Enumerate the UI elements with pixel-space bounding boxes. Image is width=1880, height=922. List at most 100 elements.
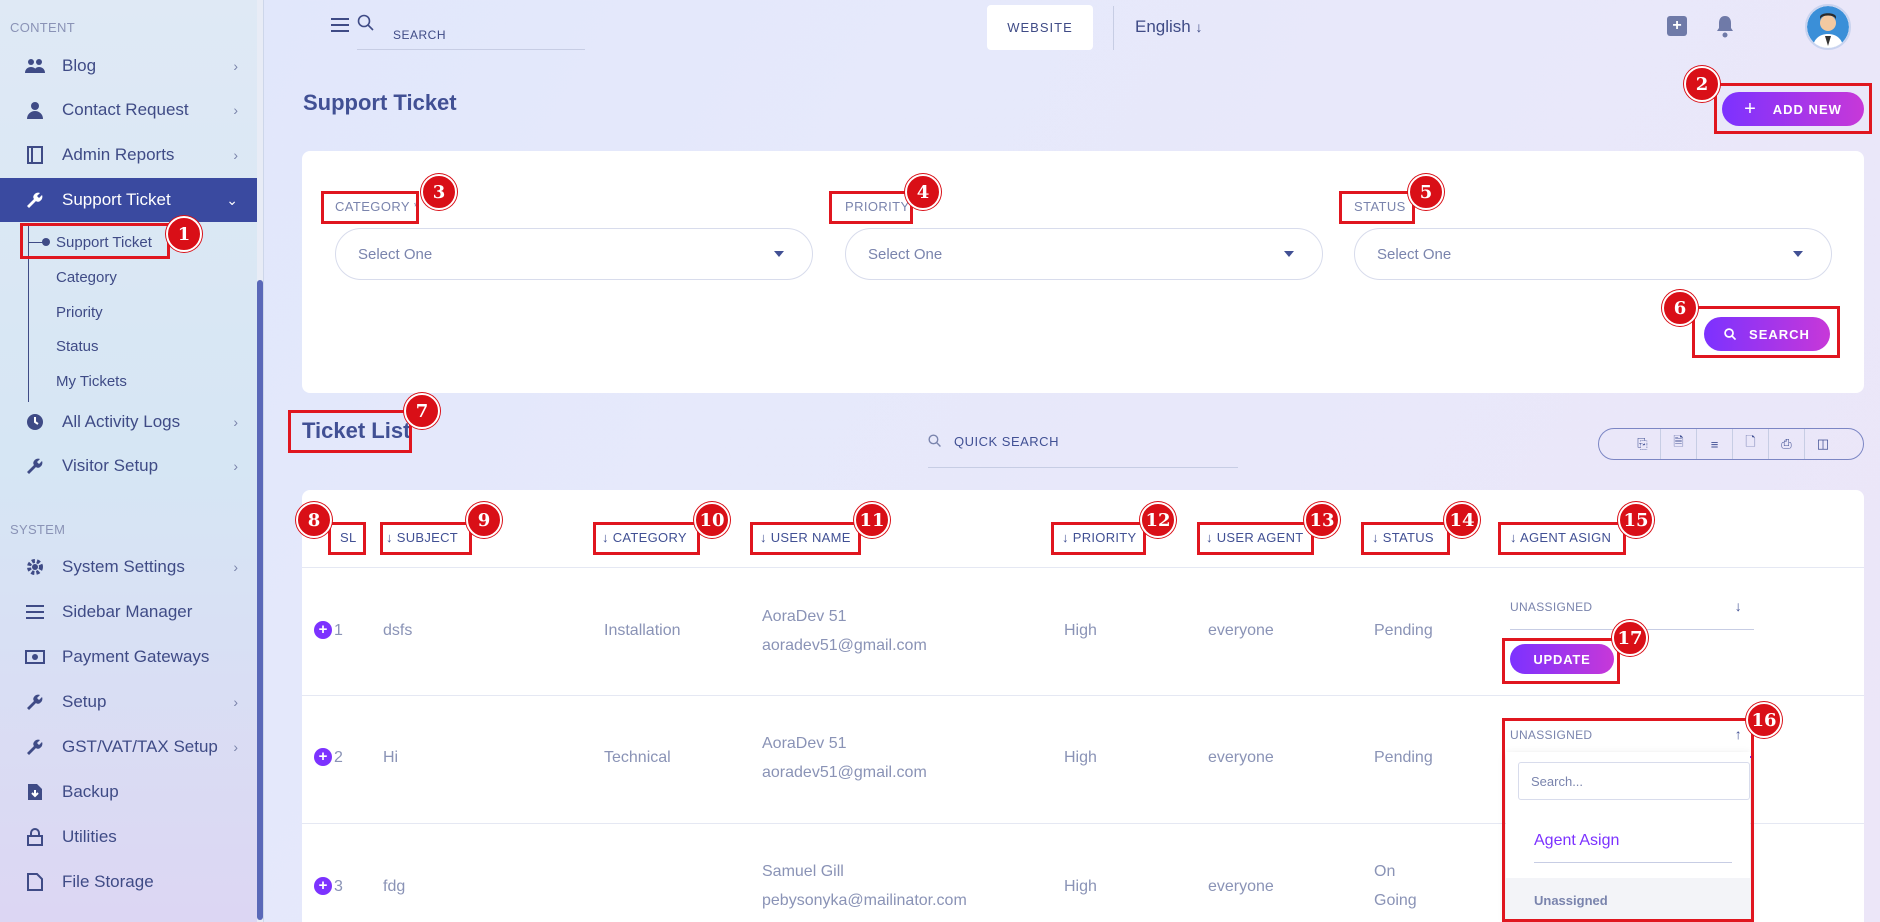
sidebar-item-label: Setup [62, 692, 107, 711]
section-label-system: SYSTEM [10, 522, 66, 537]
annotation-badge: 2 [1684, 66, 1720, 102]
sidebar-item-gst-vat-tax-setup[interactable]: GST/VAT/TAX Setup › [0, 725, 263, 769]
priority-select[interactable]: Select One [845, 228, 1323, 280]
cell-subject: fdg [383, 878, 406, 895]
language-value: English [1135, 17, 1191, 36]
sidebar-item-visitor-setup[interactable]: Visitor Setup › [0, 444, 263, 488]
caret-down-icon [774, 251, 784, 257]
sidebar-item-label: Backup [62, 782, 119, 801]
sidebar-item-payment-gateways[interactable]: Payment Gateways [0, 635, 263, 679]
file-download-icon [24, 781, 46, 803]
annotation-box [1197, 522, 1314, 555]
status-select[interactable]: Select One [1354, 228, 1832, 280]
columns-icon[interactable]: ◫ [1805, 429, 1841, 459]
cell-user-agent: everyone [1208, 622, 1274, 639]
annotation-box [1361, 522, 1450, 555]
sidebar-item-label: Support Ticket [62, 190, 171, 209]
cell-user-agent: everyone [1208, 749, 1274, 766]
pdf-icon[interactable]: 🗋 [1733, 429, 1769, 459]
avatar[interactable] [1805, 4, 1851, 50]
annotation-badge: 6 [1662, 290, 1698, 326]
sidebar-item-label: All Activity Logs [62, 412, 181, 431]
cell-user-agent: everyone [1208, 878, 1274, 895]
annotation-badge: 7 [404, 393, 440, 429]
annotation-badge: 5 [1408, 174, 1444, 210]
category-select-value: Select One [358, 245, 433, 263]
submenu-item-priority[interactable]: Priority [56, 304, 103, 321]
sidebar-item-label: GST/VAT/TAX Setup [62, 737, 218, 756]
sidebar: CONTENT Blog › Contact Request › Admin R… [0, 0, 264, 922]
sidebar-item-label: Blog [62, 56, 97, 75]
chevron-right-icon: › [233, 694, 238, 710]
submenu-item-status[interactable]: Status [56, 338, 99, 355]
sidebar-item-blog[interactable]: Blog › [0, 44, 263, 88]
chevron-down-icon: ⌄ [226, 191, 238, 208]
divider [1113, 6, 1114, 50]
agent-assign-value: UNASSIGNED [1510, 600, 1593, 614]
menu-toggle-icon[interactable] [331, 18, 349, 36]
annotation-box [1339, 191, 1415, 224]
annotation-badge: 8 [296, 502, 332, 538]
annotation-badge: 10 [694, 502, 730, 538]
chevron-right-icon: › [233, 147, 238, 163]
annotation-box [328, 522, 366, 555]
quick-search[interactable]: QUICK SEARCH [928, 432, 1238, 468]
top-search[interactable]: SEARCH [357, 10, 585, 50]
sidebar-item-contact-request[interactable]: Contact Request › [0, 88, 263, 132]
sidebar-item-label: Admin Reports [62, 145, 175, 164]
cell-category: Technical [604, 749, 671, 766]
annotation-badge: 4 [905, 174, 941, 210]
caret-down-icon [1284, 251, 1294, 257]
sidebar-scrollbar[interactable] [257, 0, 263, 922]
cell-priority: High [1064, 622, 1097, 639]
plus-square-icon[interactable]: + [1667, 16, 1687, 36]
excel-icon[interactable]: 🗎 [1661, 429, 1697, 459]
csv-icon[interactable]: ≡ [1697, 429, 1733, 459]
copy-icon[interactable]: ⎘ [1625, 429, 1661, 459]
chevron-right-icon: › [233, 414, 238, 430]
annotation-box [1502, 638, 1620, 684]
users-icon [24, 55, 46, 77]
annotation-badge: 3 [421, 174, 457, 210]
topbar: SEARCH WEBSITE English ↓ + [265, 0, 1880, 52]
sidebar-item-admin-reports[interactable]: Admin Reports › [0, 133, 263, 177]
chevron-right-icon: › [233, 102, 238, 118]
print-icon[interactable]: ⎙ [1769, 429, 1805, 459]
submenu-item-category[interactable]: Category [56, 269, 117, 286]
website-button[interactable]: WEBSITE [987, 5, 1093, 50]
cell-user-name: Samuel Gill [762, 863, 844, 880]
cell-category: Installation [604, 622, 681, 639]
file-icon [24, 871, 46, 893]
annotation-box [380, 522, 472, 555]
annotation-box [1502, 718, 1754, 922]
cell-user-email: pebysonyka@mailinator.com [762, 892, 967, 909]
report-icon [24, 144, 46, 166]
lock-icon [24, 826, 46, 848]
sidebar-item-system-settings[interactable]: System Settings › [0, 545, 263, 589]
category-select[interactable]: Select One [335, 228, 813, 280]
page-title: Support Ticket [303, 90, 457, 115]
annotation-box [750, 522, 861, 555]
sidebar-item-sidebar-manager[interactable]: Sidebar Manager [0, 590, 263, 634]
expand-row-icon[interactable]: + [314, 748, 332, 766]
sidebar-item-backup[interactable]: Backup [0, 770, 263, 814]
sidebar-item-file-storage[interactable]: File Storage [0, 860, 263, 904]
sidebar-item-setup[interactable]: Setup › [0, 680, 263, 724]
quick-search-placeholder: QUICK SEARCH [954, 434, 1059, 449]
language-select[interactable]: English ↓ [1135, 17, 1203, 37]
sidebar-item-utilities[interactable]: Utilities [0, 815, 263, 859]
sidebar-item-all-activity-logs[interactable]: All Activity Logs › [0, 400, 263, 444]
expand-row-icon[interactable]: + [314, 877, 332, 895]
top-search-placeholder: SEARCH [393, 28, 447, 42]
bell-icon[interactable] [1714, 14, 1736, 38]
wrench-icon [24, 455, 46, 477]
annotation-badge: 12 [1140, 502, 1176, 538]
sidebar-item-label: Visitor Setup [62, 456, 159, 475]
section-label-content: CONTENT [10, 20, 75, 35]
scrollbar-thumb[interactable] [257, 280, 263, 920]
submenu-item-my-tickets[interactable]: My Tickets [56, 373, 127, 390]
expand-row-icon[interactable]: + [314, 621, 332, 639]
sidebar-item-support-ticket[interactable]: Support Ticket ⌄ [0, 178, 263, 222]
cell-priority: High [1064, 749, 1097, 766]
sidebar-item-label: Utilities [62, 827, 117, 846]
